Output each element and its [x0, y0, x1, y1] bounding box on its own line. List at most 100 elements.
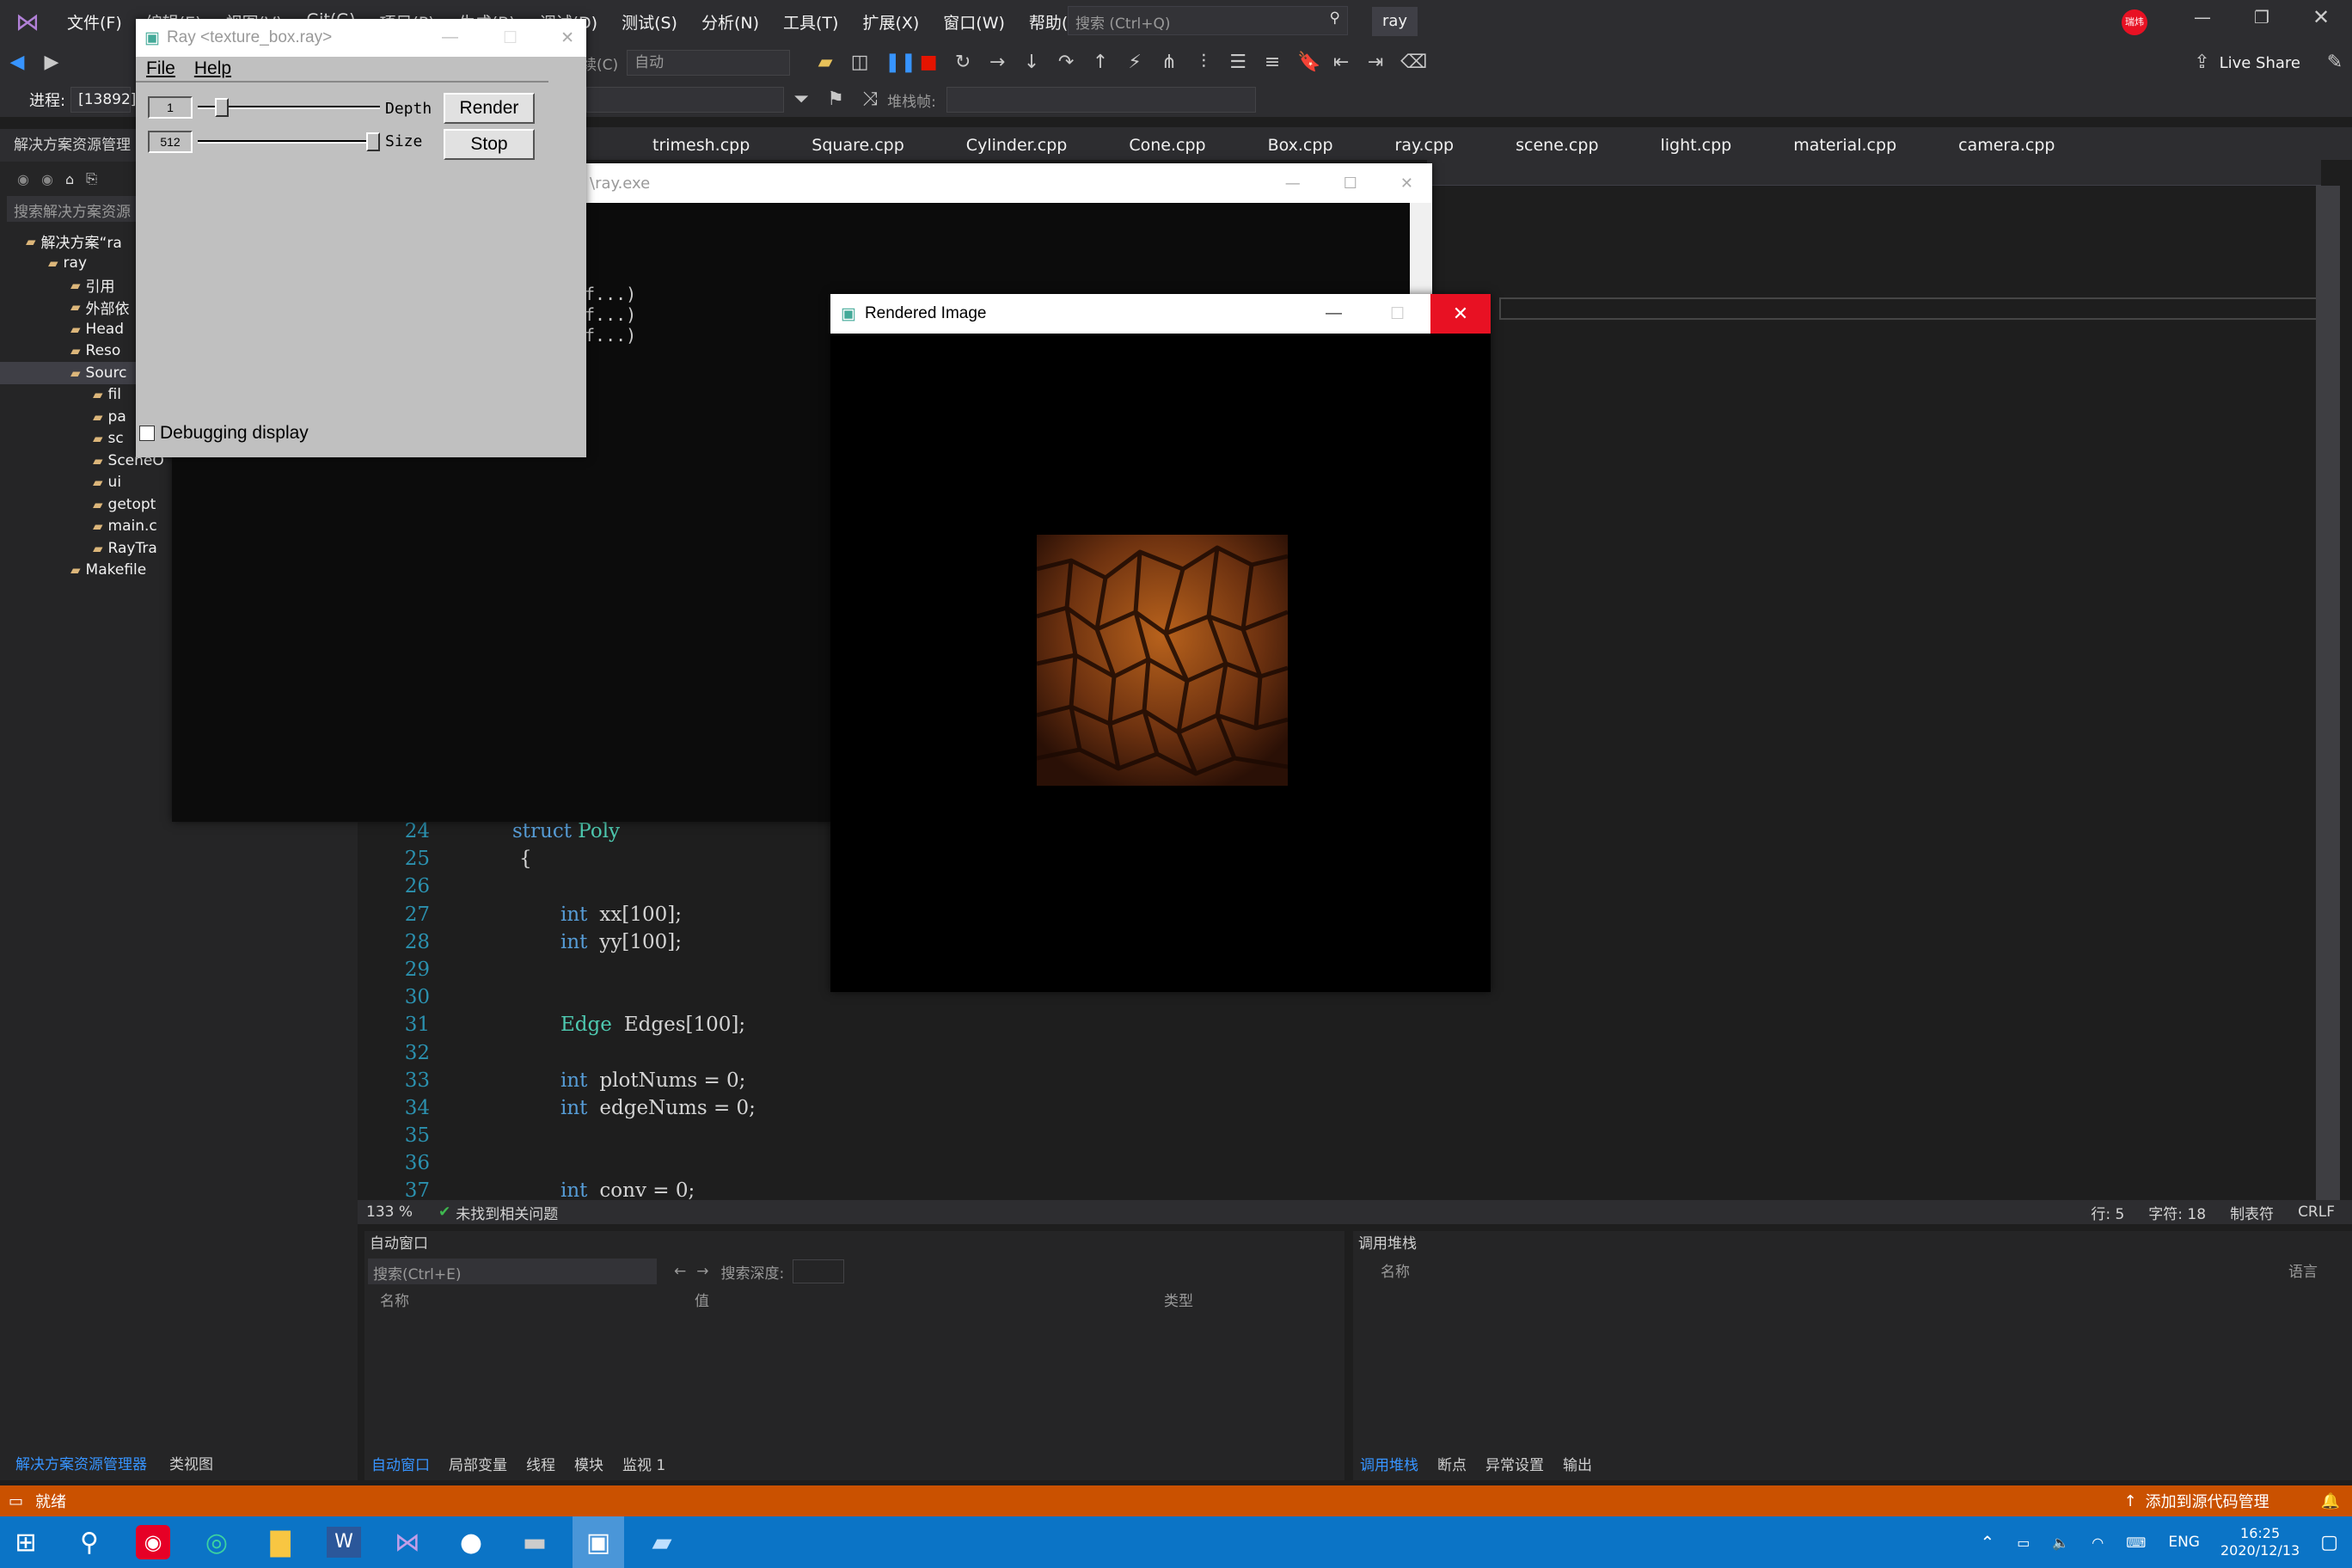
- tray-chevron-icon[interactable]: ⌃: [1980, 1532, 1994, 1553]
- rendered-maximize-icon[interactable]: ☐: [1390, 304, 1405, 324]
- nav-back-icon[interactable]: ◉: [17, 171, 29, 187]
- depth-slider[interactable]: [198, 98, 380, 117]
- search-taskbar-icon[interactable]: ⚲: [64, 1516, 115, 1568]
- edge-icon[interactable]: ◎: [191, 1516, 242, 1568]
- size-slider-thumb[interactable]: [366, 132, 380, 151]
- stop-icon[interactable]: ■: [919, 53, 938, 72]
- ray-minimize-icon[interactable]: —: [442, 28, 458, 47]
- ray-maximize-icon[interactable]: ☐: [503, 28, 518, 48]
- thread-combo[interactable]: [586, 87, 785, 113]
- visual-studio-icon[interactable]: ⋈: [382, 1516, 433, 1568]
- panel-tab[interactable]: 调用堆栈: [1353, 1453, 1425, 1474]
- size-slider[interactable]: [198, 132, 380, 151]
- editor-tab[interactable]: ray.cpp: [1364, 136, 1485, 160]
- notification-bell-icon[interactable]: 🔔: [2321, 1492, 2340, 1510]
- auto-combo[interactable]: 自动: [627, 50, 791, 76]
- menu-item[interactable]: 分析(N): [689, 10, 771, 34]
- folder-icon[interactable]: ▰: [816, 53, 835, 72]
- editor-tab[interactable]: Cone.cpp: [1098, 136, 1236, 160]
- render-button[interactable]: Render: [444, 93, 535, 124]
- back-icon[interactable]: ◀: [8, 53, 27, 72]
- debug-display-toggle[interactable]: Debugging display: [139, 423, 309, 444]
- stop-button[interactable]: Stop: [444, 129, 535, 160]
- panel-tab[interactable]: 异常设置: [1479, 1453, 1551, 1474]
- live-share-icon[interactable]: ⇪: [2193, 53, 2212, 72]
- menu-item[interactable]: 文件(F): [55, 10, 134, 34]
- menu-item[interactable]: 工具(T): [771, 10, 850, 34]
- issues-status[interactable]: 未找到相关问题: [456, 1202, 558, 1223]
- battery-icon[interactable]: ▭: [2017, 1534, 2030, 1551]
- clock[interactable]: 16:25 2020/12/13: [2220, 1525, 2300, 1559]
- rendered-minimize-icon[interactable]: —: [1326, 304, 1342, 323]
- start-icon[interactable]: ⊞: [0, 1516, 52, 1568]
- console-close-icon[interactable]: ✕: [1400, 175, 1413, 193]
- editor-tab[interactable]: Square.cpp: [781, 136, 935, 160]
- funnel-icon[interactable]: ⏷: [792, 90, 811, 109]
- lang-indicator[interactable]: ENG: [2168, 1534, 2200, 1551]
- editor-tab[interactable]: Box.cpp: [1237, 136, 1364, 160]
- restore-icon[interactable]: ❐: [2254, 7, 2269, 28]
- thread-icon[interactable]: ⋔: [1160, 53, 1179, 72]
- user-avatar[interactable]: 瑞炜: [2122, 9, 2147, 35]
- add-to-source-control[interactable]: 添加到源代码管理: [2146, 1490, 2269, 1512]
- arrow-right-icon[interactable]: →: [696, 1263, 708, 1280]
- panel-tab[interactable]: 局部变量: [442, 1453, 514, 1474]
- process-combo[interactable]: [13892]: [70, 87, 136, 113]
- live-share-button[interactable]: Live Share: [2220, 54, 2300, 72]
- depth-value-field[interactable]: 1: [148, 96, 193, 119]
- step-into-icon[interactable]: ↓: [1022, 53, 1041, 72]
- indent-icon[interactable]: ☰: [1228, 53, 1247, 72]
- home-icon[interactable]: ⌂: [65, 171, 74, 187]
- tab-class-view[interactable]: 类视图: [162, 1452, 220, 1473]
- nav-forward-icon[interactable]: ◉: [41, 171, 53, 187]
- menu-item[interactable]: 测试(S): [609, 10, 689, 34]
- search-depth-combo[interactable]: [793, 1259, 845, 1283]
- github-icon[interactable]: ●: [445, 1516, 497, 1568]
- next-bookmark-icon[interactable]: ⇥: [1366, 53, 1385, 72]
- clear-bookmark-icon[interactable]: ⌫: [1400, 53, 1427, 72]
- editor-tab[interactable]: material.cpp: [1762, 136, 1927, 160]
- menu-item[interactable]: 窗口(W): [931, 10, 1017, 34]
- prev-bookmark-icon[interactable]: ⇤: [1332, 53, 1351, 72]
- arrow-left-icon[interactable]: ←: [674, 1263, 686, 1280]
- flag-icon[interactable]: ⚑: [826, 90, 845, 109]
- minimize-icon[interactable]: —: [2194, 7, 2211, 28]
- volume-icon[interactable]: 🔈: [2052, 1534, 2069, 1551]
- console-maximize-icon[interactable]: ☐: [1344, 175, 1357, 193]
- screenshot-icon[interactable]: ◫: [850, 53, 869, 72]
- stackframe-combo[interactable]: [946, 87, 1256, 113]
- tab-indicator[interactable]: 制表符: [2230, 1202, 2274, 1223]
- zoom-level[interactable]: 133 %: [366, 1204, 413, 1221]
- hot-reload-icon[interactable]: ⚡: [1125, 53, 1144, 72]
- panel-tab[interactable]: 模块: [567, 1453, 610, 1474]
- forward-icon[interactable]: ▶: [42, 53, 61, 72]
- panel-tab[interactable]: 监视 1: [616, 1453, 672, 1474]
- editor-tab[interactable]: trimesh.cpp: [622, 136, 781, 160]
- terminal-icon[interactable]: ▬: [509, 1516, 560, 1568]
- editor-tab[interactable]: camera.cpp: [1927, 136, 2086, 160]
- ray-menu-file[interactable]: File: [146, 58, 175, 79]
- close-icon[interactable]: ✕: [2312, 5, 2330, 29]
- wifi-icon[interactable]: ◠: [2092, 1534, 2104, 1551]
- debug-checkbox[interactable]: [139, 426, 155, 441]
- collapse-icon[interactable]: ⤨: [861, 90, 879, 109]
- console-minimize-icon[interactable]: —: [1285, 175, 1301, 193]
- panel-tab[interactable]: 断点: [1430, 1453, 1473, 1474]
- step-out-icon[interactable]: ↑: [1091, 53, 1110, 72]
- editor-tab[interactable]: light.cpp: [1630, 136, 1763, 160]
- word-icon[interactable]: W: [318, 1516, 370, 1568]
- ray-menu-help[interactable]: Help: [194, 58, 231, 79]
- editor-tab[interactable]: scene.cpp: [1485, 136, 1629, 160]
- show-next-statement-icon[interactable]: →: [988, 53, 1007, 72]
- file-explorer-icon[interactable]: ▇: [254, 1516, 306, 1568]
- menu-item[interactable]: 扩展(X): [850, 10, 931, 34]
- title-search-box[interactable]: 搜索 (Ctrl+Q) ⚲: [1068, 6, 1348, 35]
- editor-tab[interactable]: Cylinder.cpp: [935, 136, 1099, 160]
- tab-solution-explorer[interactable]: 解决方案资源管理器: [9, 1452, 154, 1473]
- feedback-icon[interactable]: ✎: [2325, 53, 2344, 72]
- comment-icon[interactable]: ≡: [1263, 53, 1282, 72]
- notepad-icon[interactable]: ▰: [636, 1516, 688, 1568]
- netease-music-icon[interactable]: ◉: [127, 1516, 179, 1568]
- size-value-field[interactable]: 512: [148, 131, 193, 153]
- bookmark-icon[interactable]: 🔖: [1297, 53, 1320, 72]
